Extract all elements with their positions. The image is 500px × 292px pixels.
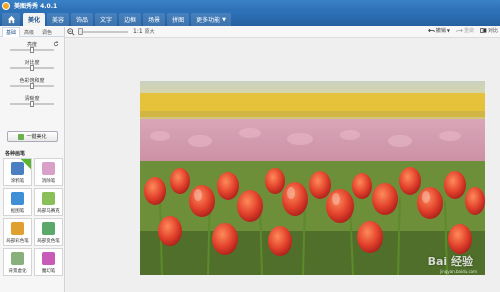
- main-nav: 美化 美容 饰品 文字 边框 场景 拼图 更多功能 ▼: [0, 11, 500, 26]
- chevron-down-icon: ▼: [222, 16, 226, 23]
- compare-icon: [480, 28, 487, 33]
- contrast-slider-handle[interactable]: [30, 65, 34, 71]
- tool-background-blur[interactable]: 背景虚化: [3, 248, 32, 276]
- title-bar: 美图秀秀 4.0.1: [0, 0, 500, 11]
- canvas-area[interactable]: Bai 经验 jingyan.baidu.com: [66, 38, 500, 292]
- sharpness-control: 清晰度: [0, 95, 64, 107]
- tab-beauty[interactable]: 美容: [47, 13, 70, 26]
- eraser-icon: [42, 162, 55, 175]
- recolor-brush-icon: [42, 222, 55, 235]
- contrast-slider[interactable]: [10, 65, 54, 71]
- adjust-subtabs: 基础 高级 调色: [0, 27, 64, 37]
- undo-icon: [427, 28, 435, 33]
- subtab-color[interactable]: 调色: [38, 27, 56, 37]
- tab-collage[interactable]: 拼图: [167, 13, 190, 26]
- compare-button[interactable]: 对比: [480, 27, 498, 34]
- toolbar: 1:1 原大 撤销 ▼ 重做 对比: [0, 26, 500, 38]
- tulip-photo: [140, 81, 485, 275]
- tab-more-features[interactable]: 更多功能 ▼: [191, 13, 231, 26]
- magic-brush-icon: [42, 252, 55, 265]
- tool-cutout-brush[interactable]: 抠图笔: [3, 188, 32, 216]
- zoom-out-button[interactable]: [67, 27, 75, 36]
- app-title: 美图秀秀 4.0.1: [14, 3, 58, 10]
- undo-dropdown-icon: ▼: [446, 28, 450, 33]
- subtab-advanced[interactable]: 高级: [20, 27, 38, 37]
- tool-local-color-brush[interactable]: 局部彩色笔: [3, 218, 32, 246]
- saturation-control: 色彩饱和度: [0, 77, 64, 89]
- app-logo-icon: [2, 1, 10, 10]
- photo-canvas[interactable]: Bai 经验 jingyan.baidu.com: [140, 81, 485, 275]
- saturation-slider-handle[interactable]: [30, 83, 34, 89]
- original-size-label[interactable]: 原大: [145, 28, 155, 35]
- zoom-slider-handle[interactable]: [78, 27, 83, 35]
- sharpness-slider-handle[interactable]: [30, 101, 34, 107]
- tab-accessories[interactable]: 饰品: [71, 13, 94, 26]
- tab-beautify[interactable]: 美化: [23, 13, 46, 26]
- reset-icon[interactable]: [53, 41, 59, 47]
- tool-recolor-brush[interactable]: 局部变色笔: [34, 218, 63, 246]
- tab-frame[interactable]: 边框: [119, 13, 142, 26]
- one-click-beautify-button[interactable]: 一键美化: [7, 131, 58, 142]
- redo-icon: [456, 28, 463, 33]
- tool-magic-brush[interactable]: 魔幻笔: [34, 248, 63, 276]
- watermark: Bai 经验: [427, 255, 473, 268]
- home-icon: [7, 15, 15, 24]
- blur-icon: [11, 252, 24, 265]
- contrast-control: 对比度: [0, 59, 64, 71]
- sharpness-slider[interactable]: [10, 101, 54, 107]
- color-brush-icon: [11, 222, 24, 235]
- magic-wand-icon: [18, 133, 25, 140]
- brightness-slider-handle[interactable]: [30, 47, 34, 53]
- brush-section-title: 各种画笔: [5, 151, 26, 157]
- brush-tools-grid: 涂鸦笔 消除笔 抠图笔 局部马赛克 局部彩色笔 局部变色笔 背景虚化 魔幻笔: [3, 158, 64, 276]
- tab-text[interactable]: 文字: [95, 13, 118, 26]
- tool-doodle-brush[interactable]: 涂鸦笔: [3, 158, 32, 186]
- zoom-out-icon: [67, 27, 75, 36]
- watermark-url: jingyan.baidu.com: [440, 269, 477, 274]
- saturation-slider[interactable]: [10, 83, 54, 89]
- zoom-slider[interactable]: [78, 27, 128, 35]
- undo-button[interactable]: 撤销 ▼: [427, 27, 450, 34]
- home-button[interactable]: [2, 13, 20, 26]
- subtab-basic[interactable]: 基础: [2, 27, 20, 37]
- adjust-panel: 基础 高级 调色 亮度 对比度 色彩饱和度 清晰度 一键美化 各种画笔 涂鸦笔 …: [0, 27, 65, 292]
- brightness-slider[interactable]: [10, 47, 54, 53]
- actual-size-button[interactable]: 1:1: [133, 28, 143, 35]
- tab-scene[interactable]: 场景: [143, 13, 166, 26]
- tool-mosaic-brush[interactable]: 局部马赛克: [34, 188, 63, 216]
- tool-eraser-brush[interactable]: 消除笔: [34, 158, 63, 186]
- cutout-brush-icon: [11, 192, 24, 205]
- new-badge: [21, 159, 31, 169]
- mosaic-icon: [42, 192, 55, 205]
- redo-button[interactable]: 重做: [456, 27, 474, 34]
